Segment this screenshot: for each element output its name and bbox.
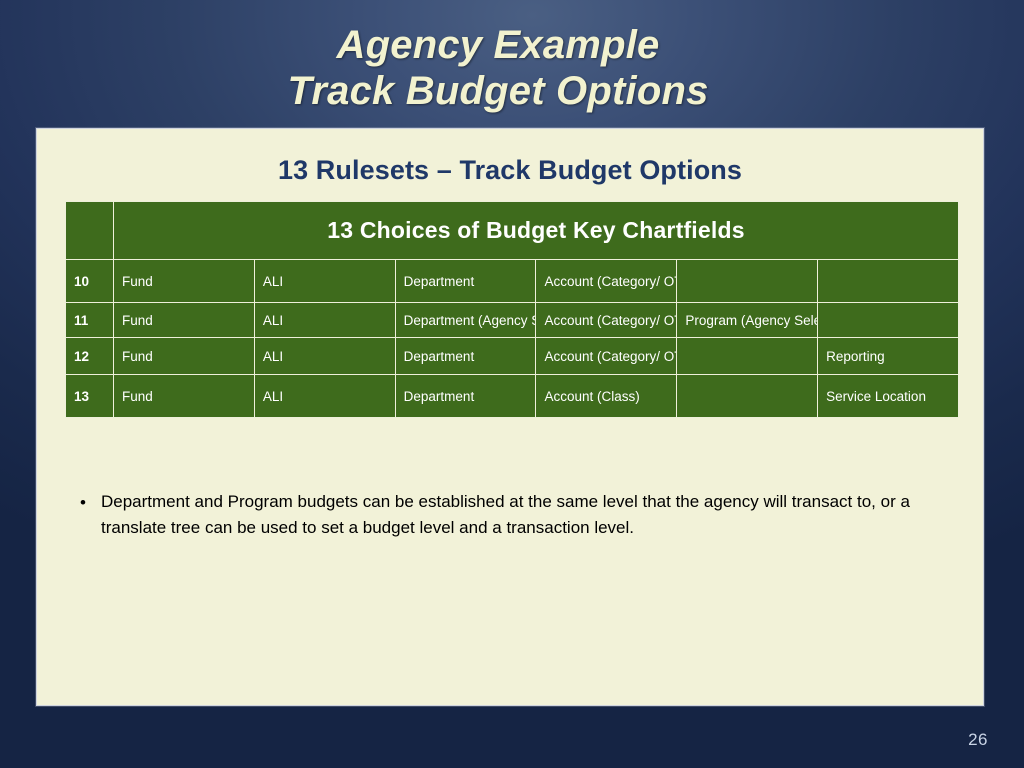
- cell-program: [676, 374, 819, 418]
- row-number: 10: [65, 259, 114, 303]
- cell-ali: ALI: [253, 374, 396, 418]
- slide-title-line-1: Agency Example: [336, 23, 660, 67]
- cell-other: Service Location: [817, 374, 959, 418]
- cell-ali: ALI: [253, 337, 396, 375]
- row-number: 12: [65, 337, 114, 375]
- content-panel: 13 Rulesets – Track Budget Options 13 Ch…: [36, 128, 984, 706]
- bullet-list: • Department and Program budgets can be …: [65, 489, 945, 541]
- table-header-row: 13 Choices of Budget Key Chartfields: [65, 201, 959, 260]
- cell-program: [676, 259, 819, 303]
- slide-title: Agency Example Track Budget Options: [0, 22, 1024, 114]
- bullet-text: Department and Program budgets can be es…: [101, 492, 910, 537]
- cell-account: Account (Category/ OT): [535, 302, 678, 338]
- cell-other: [817, 302, 959, 338]
- table-row: 10 Fund ALI Department Account (Category…: [65, 259, 959, 303]
- bullet-point-icon: •: [80, 493, 86, 512]
- table-row: 12 Fund ALI Department Account (Category…: [65, 337, 959, 375]
- cell-department: Department (Agency Selects): [394, 302, 537, 338]
- cell-fund: Fund: [113, 337, 255, 375]
- cell-program: Program (Agency Selects): [676, 302, 819, 338]
- table-header-title-cell: 13 Choices of Budget Key Chartfields: [113, 201, 959, 260]
- table-row: 13 Fund ALI Department Account (Class) S…: [65, 374, 959, 418]
- cell-ali: ALI: [253, 302, 396, 338]
- table-header-corner-cell: [65, 201, 114, 260]
- page-number: 26: [968, 730, 988, 749]
- cell-program: [676, 337, 819, 375]
- cell-department: Department: [394, 374, 537, 418]
- cell-department: Department: [394, 259, 537, 303]
- cell-department: Department: [394, 337, 537, 375]
- budget-options-table: 13 Choices of Budget Key Chartfields 10 …: [65, 201, 959, 418]
- row-number: 11: [65, 302, 114, 338]
- list-item: • Department and Program budgets can be …: [65, 489, 945, 541]
- table-row: 11 Fund ALI Department (Agency Selects) …: [65, 302, 959, 338]
- cell-other: Reporting: [817, 337, 959, 375]
- slide-title-line-2: Track Budget Options: [287, 69, 709, 113]
- cell-other: [817, 259, 959, 303]
- cell-fund: Fund: [113, 302, 255, 338]
- cell-ali: ALI: [253, 259, 396, 303]
- section-heading: 13 Rulesets – Track Budget Options: [277, 155, 743, 185]
- cell-fund: Fund: [113, 259, 255, 303]
- cell-account: Account (Class): [535, 374, 678, 418]
- cell-account: Account (Category/ OT): [535, 259, 678, 303]
- slide: Agency Example Track Budget Options 13 R…: [0, 0, 1024, 768]
- cell-account: Account (Category/ OT): [535, 337, 678, 375]
- row-number: 13: [65, 374, 114, 418]
- cell-fund: Fund: [113, 374, 255, 418]
